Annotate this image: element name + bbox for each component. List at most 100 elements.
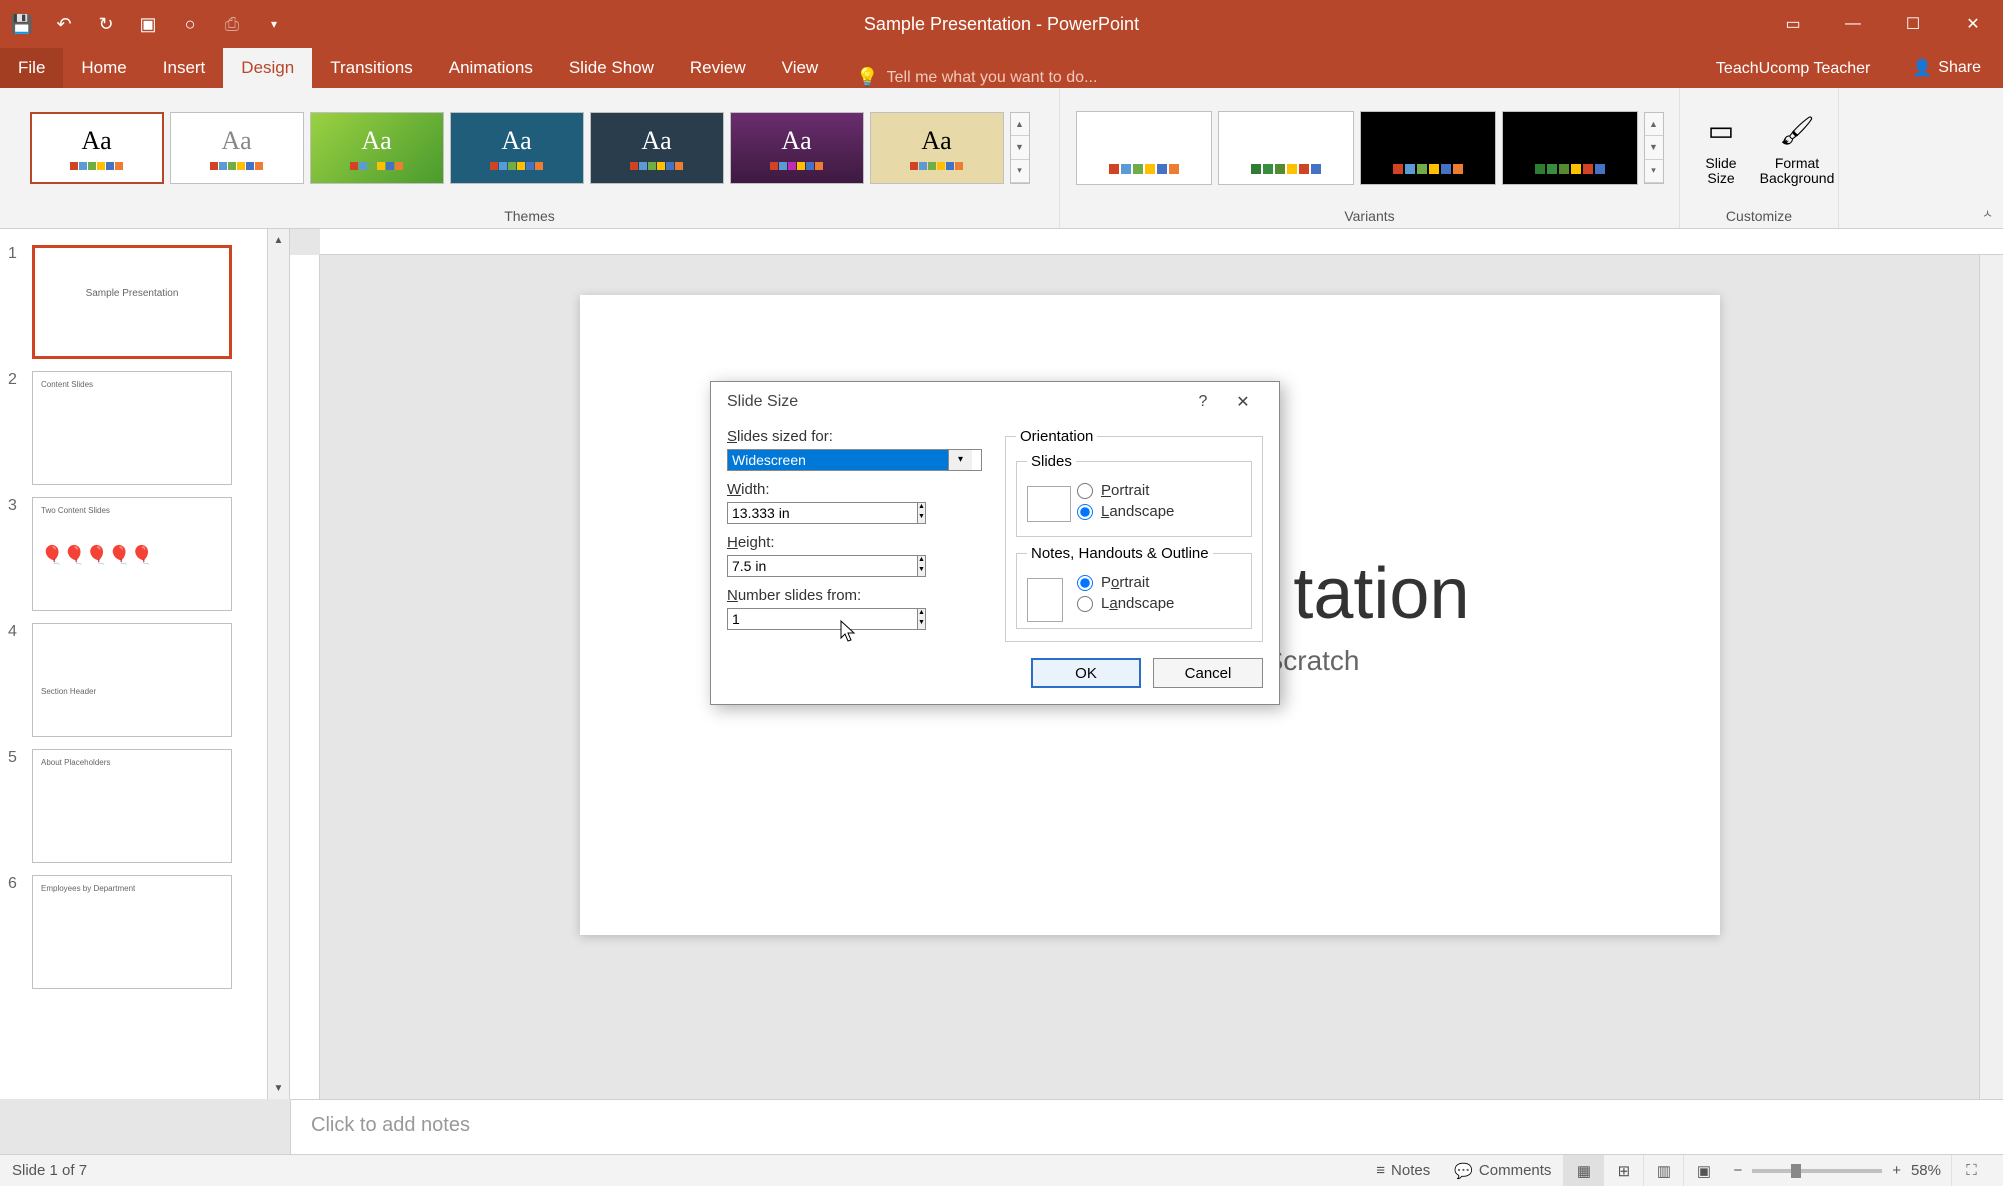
customize-label: Customize bbox=[1726, 204, 1792, 226]
tab-view[interactable]: View bbox=[764, 48, 837, 88]
slide-thumb-6[interactable]: Employees by Department bbox=[32, 875, 232, 989]
slide-thumb-1[interactable]: Sample Presentation bbox=[32, 245, 232, 359]
comments-toggle[interactable]: 💬Comments bbox=[1442, 1155, 1563, 1186]
themes-group: Aa Aa Aa Aa Aa Aa Aa ▲▼▾ Themes bbox=[0, 88, 1060, 228]
save-icon[interactable]: 💾 bbox=[10, 12, 34, 36]
chevron-down-icon[interactable]: ▼ bbox=[1011, 136, 1029, 159]
chevron-down-icon[interactable]: ▼ bbox=[918, 513, 925, 523]
chevron-down-icon[interactable]: ▾ bbox=[948, 450, 972, 470]
theme-thumb-4[interactable]: Aa bbox=[450, 112, 584, 184]
tab-slideshow[interactable]: Slide Show bbox=[551, 48, 672, 88]
qat-dropdown-icon[interactable]: ▾ bbox=[262, 12, 286, 36]
collapse-ribbon-icon[interactable]: ㅅ bbox=[1982, 205, 1993, 222]
sized-for-dropdown[interactable]: Widescreen ▾ bbox=[727, 449, 982, 471]
slide-counter[interactable]: Slide 1 of 7 bbox=[12, 1162, 87, 1179]
zoom-in-button[interactable]: + bbox=[1892, 1162, 1901, 1179]
cancel-button[interactable]: Cancel bbox=[1153, 658, 1263, 688]
vertical-ruler[interactable] bbox=[290, 255, 320, 1099]
tab-insert[interactable]: Insert bbox=[145, 48, 224, 88]
scroll-down-icon[interactable]: ▼ bbox=[268, 1077, 289, 1099]
tab-transitions[interactable]: Transitions bbox=[312, 48, 431, 88]
normal-view-button[interactable]: ▦ bbox=[1563, 1155, 1603, 1186]
horizontal-ruler[interactable] bbox=[320, 229, 2003, 255]
variant-thumb-1[interactable] bbox=[1076, 111, 1212, 185]
tab-animations[interactable]: Animations bbox=[431, 48, 551, 88]
width-spinner[interactable]: ▲▼ bbox=[918, 502, 926, 524]
reading-view-button[interactable]: ▥ bbox=[1643, 1155, 1683, 1186]
ribbon-display-icon[interactable]: ▭ bbox=[1763, 0, 1823, 48]
slide-thumb-5[interactable]: About Placeholders bbox=[32, 749, 232, 863]
slide-thumbnails-panel: 1Sample Presentation 2Content Slides 3Tw… bbox=[0, 229, 290, 1099]
slide-thumb-4[interactable]: Section Header bbox=[32, 623, 232, 737]
fit-to-window-button[interactable]: ⛶ bbox=[1951, 1155, 1991, 1186]
slides-portrait-radio[interactable] bbox=[1077, 483, 1093, 499]
tab-design[interactable]: Design bbox=[223, 48, 312, 88]
theme-thumb-5[interactable]: Aa bbox=[590, 112, 724, 184]
dialog-close-icon[interactable]: ✕ bbox=[1223, 392, 1263, 412]
number-from-spinner[interactable]: ▲▼ bbox=[918, 608, 926, 630]
variants-gallery-spinner[interactable]: ▲▼▾ bbox=[1644, 112, 1664, 184]
chevron-up-icon[interactable]: ▲ bbox=[918, 503, 925, 513]
theme-thumb-2[interactable]: Aa bbox=[170, 112, 304, 184]
redo-icon[interactable]: ↻ bbox=[94, 12, 118, 36]
theme-thumb-7[interactable]: Aa bbox=[870, 112, 1004, 184]
theme-thumb-3[interactable]: Aa bbox=[310, 112, 444, 184]
minimize-icon[interactable]: — bbox=[1823, 0, 1883, 48]
circle-icon[interactable]: ○ bbox=[178, 12, 202, 36]
slide-thumb-2[interactable]: Content Slides bbox=[32, 371, 232, 485]
maximize-icon[interactable]: ☐ bbox=[1883, 0, 1943, 48]
dialog-titlebar[interactable]: Slide Size ? ✕ bbox=[711, 382, 1279, 422]
slideshow-view-button[interactable]: ▣ bbox=[1683, 1155, 1723, 1186]
themes-gallery-spinner[interactable]: ▲▼▾ bbox=[1010, 112, 1030, 184]
thumbnails-scrollbar[interactable]: ▲ ▼ bbox=[267, 229, 289, 1099]
chevron-down-icon[interactable]: ▼ bbox=[1645, 136, 1663, 159]
notes-portrait-radio[interactable] bbox=[1077, 575, 1093, 591]
slide-size-button[interactable]: ▭ Slide Size bbox=[1686, 104, 1756, 193]
slide-title-partial: tation bbox=[1293, 553, 1469, 635]
print-icon[interactable]: ⎙ bbox=[220, 12, 244, 36]
scroll-up-icon[interactable]: ▲ bbox=[268, 229, 289, 251]
number-from-input[interactable] bbox=[727, 608, 918, 630]
ok-button[interactable]: OK bbox=[1031, 658, 1141, 688]
variant-thumb-2[interactable] bbox=[1218, 111, 1354, 185]
chevron-up-icon[interactable]: ▲ bbox=[1011, 113, 1029, 136]
tell-me-input[interactable] bbox=[887, 69, 1187, 87]
theme-thumb-6[interactable]: Aa bbox=[730, 112, 864, 184]
expand-gallery-icon[interactable]: ▾ bbox=[1645, 160, 1663, 183]
slide-sorter-button[interactable]: ⊞ bbox=[1603, 1155, 1643, 1186]
slides-landscape-radio[interactable] bbox=[1077, 504, 1093, 520]
zoom-out-button[interactable]: − bbox=[1733, 1162, 1742, 1179]
chevron-up-icon[interactable]: ▲ bbox=[1645, 113, 1663, 136]
notes-landscape-radio[interactable] bbox=[1077, 596, 1093, 612]
notes-toggle[interactable]: ≡Notes bbox=[1364, 1155, 1442, 1186]
signed-in-user[interactable]: TeachUcomp Teacher bbox=[1696, 50, 1890, 88]
tab-file[interactable]: File bbox=[0, 48, 63, 88]
editor-scrollbar[interactable] bbox=[1979, 255, 2003, 1099]
dialog-help-icon[interactable]: ? bbox=[1183, 393, 1223, 411]
chevron-up-icon[interactable]: ▲ bbox=[918, 556, 925, 566]
share-button[interactable]: 👤 Share bbox=[1890, 48, 2003, 88]
chevron-up-icon[interactable]: ▲ bbox=[918, 609, 925, 619]
format-background-button[interactable]: 🖌 Format Background bbox=[1762, 104, 1832, 193]
tab-review[interactable]: Review bbox=[672, 48, 764, 88]
variant-thumb-3[interactable] bbox=[1360, 111, 1496, 185]
width-input[interactable] bbox=[727, 502, 918, 524]
height-input[interactable] bbox=[727, 555, 918, 577]
tab-home[interactable]: Home bbox=[63, 48, 144, 88]
close-icon[interactable]: ✕ bbox=[1943, 0, 2003, 48]
slide-thumb-3[interactable]: Two Content Slides🎈🎈🎈🎈🎈 bbox=[32, 497, 232, 611]
expand-gallery-icon[interactable]: ▾ bbox=[1011, 160, 1029, 183]
start-from-beginning-icon[interactable]: ▣ bbox=[136, 12, 160, 36]
app-title: Sample Presentation - PowerPoint bbox=[864, 14, 1139, 35]
thumb-title: Two Content Slides bbox=[41, 506, 223, 515]
height-spinner[interactable]: ▲▼ bbox=[918, 555, 926, 577]
undo-icon[interactable]: ↶ bbox=[52, 12, 76, 36]
chevron-down-icon[interactable]: ▼ bbox=[918, 566, 925, 576]
zoom-percentage[interactable]: 58% bbox=[1911, 1162, 1941, 1179]
theme-thumb-1[interactable]: Aa bbox=[30, 112, 164, 184]
tell-me-search[interactable]: 💡 bbox=[856, 67, 1696, 88]
dialog-title: Slide Size bbox=[727, 393, 798, 411]
chevron-down-icon[interactable]: ▼ bbox=[918, 619, 925, 629]
zoom-slider[interactable] bbox=[1752, 1169, 1882, 1173]
variant-thumb-4[interactable] bbox=[1502, 111, 1638, 185]
